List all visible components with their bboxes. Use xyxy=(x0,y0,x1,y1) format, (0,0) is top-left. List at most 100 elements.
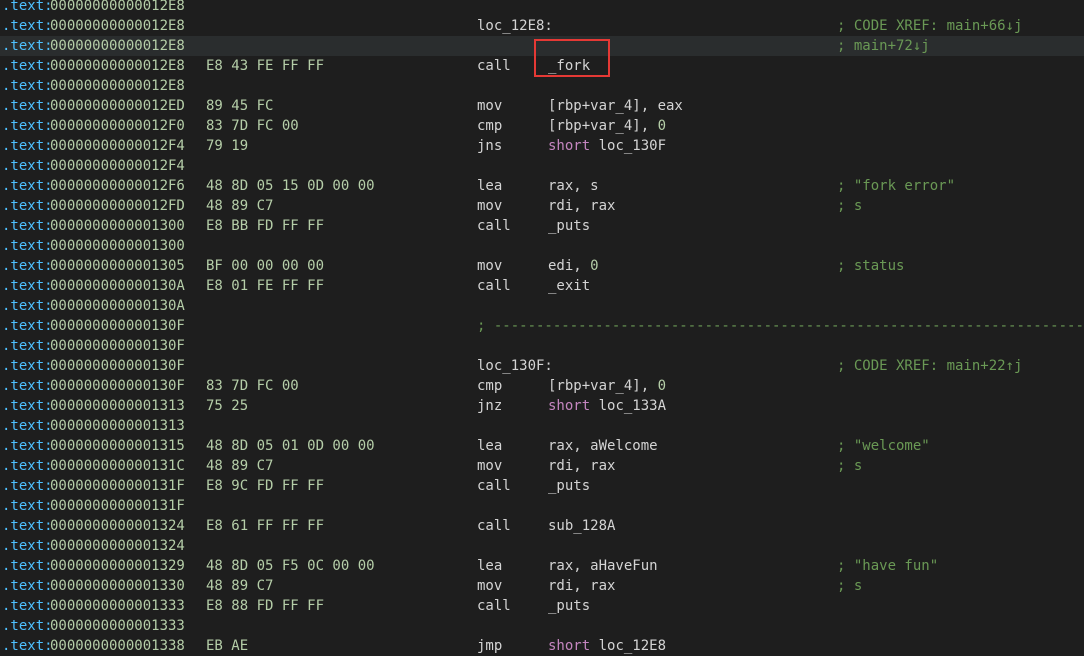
instruction-operands[interactable]: sub_128A xyxy=(548,516,615,536)
listing-row[interactable]: .text: 00000000000012F0 83 7D FC 00 cmp [rbp… xyxy=(0,116,1084,136)
disassembly-listing[interactable]: .text: 00000000000012E8 .text: 000000000000… xyxy=(0,0,1084,656)
listing-row[interactable]: .text: 00000000000012F4 xyxy=(0,156,1084,176)
address[interactable]: 000000000000130F xyxy=(50,356,185,376)
listing-row[interactable]: .text: 0000000000001333 xyxy=(0,616,1084,636)
operand-text[interactable]: rax, aWelcome xyxy=(548,438,658,454)
operand-text[interactable]: _puts xyxy=(548,598,590,614)
instruction-mnemonic[interactable]: mov xyxy=(477,96,502,116)
listing-row[interactable]: .text: 00000000000012E8 xyxy=(0,76,1084,96)
instruction-operands[interactable]: _puts xyxy=(548,596,590,616)
code-label[interactable]: loc_12E8: xyxy=(477,16,553,36)
instruction-operands[interactable]: rdi, rax xyxy=(548,576,615,596)
instruction-operands[interactable]: _exit xyxy=(548,276,590,296)
address[interactable]: 000000000000131F xyxy=(50,476,185,496)
instruction-operands[interactable]: rax, s xyxy=(548,176,599,196)
address[interactable]: 0000000000001324 xyxy=(50,516,185,536)
instruction-mnemonic[interactable]: lea xyxy=(477,176,502,196)
address[interactable]: 000000000000130A xyxy=(50,276,185,296)
address[interactable]: 000000000000130F xyxy=(50,376,185,396)
instruction-operands[interactable]: short loc_12E8 xyxy=(548,636,666,656)
operand-text[interactable]: loc_12E8 xyxy=(590,638,666,654)
operand-keyword[interactable]: short xyxy=(548,638,590,654)
operand-text[interactable]: [rbp+var_4], xyxy=(548,118,658,134)
address[interactable]: 0000000000001333 xyxy=(50,616,185,636)
listing-row[interactable]: .text: 0000000000001315 48 8D 05 01 0D 00 … xyxy=(0,436,1084,456)
instruction-operands[interactable]: _puts xyxy=(548,216,590,236)
address[interactable]: 0000000000001313 xyxy=(50,396,185,416)
listing-row[interactable]: .text: 000000000000131F xyxy=(0,496,1084,516)
address[interactable]: 00000000000012E8 xyxy=(50,76,185,96)
code-label[interactable]: loc_130F: xyxy=(477,356,553,376)
instruction-mnemonic[interactable]: call xyxy=(477,276,511,296)
listing-row[interactable]: .text: 00000000000012FD 48 89 C7 mov rdi, ra… xyxy=(0,196,1084,216)
listing-row[interactable]: .text: 000000000000130F 83 7D FC 00 cmp [rbp… xyxy=(0,376,1084,396)
instruction-mnemonic[interactable]: call xyxy=(477,476,511,496)
address[interactable]: 000000000000130A xyxy=(50,296,185,316)
instruction-mnemonic[interactable]: jmp xyxy=(477,636,502,656)
listing-row[interactable]: .text: 0000000000001313 75 25 jnz short loc_… xyxy=(0,396,1084,416)
address[interactable]: 00000000000012F4 xyxy=(50,156,185,176)
instruction-operands[interactable]: short loc_133A xyxy=(548,396,666,416)
instruction-operands[interactable]: rdi, rax xyxy=(548,456,615,476)
operand-text[interactable]: rax, s xyxy=(548,178,599,194)
listing-row[interactable]: .text: 00000000000012E8 xyxy=(0,0,1084,16)
listing-row[interactable]: .text: 0000000000001324 xyxy=(0,536,1084,556)
listing-row[interactable]: .text: 000000000000130F xyxy=(0,336,1084,356)
operand-number[interactable]: 0 xyxy=(658,118,666,134)
listing-row[interactable]: .text: 0000000000001338 EB AE jmp short loc_… xyxy=(0,636,1084,656)
instruction-operands[interactable]: rax, aWelcome xyxy=(548,436,658,456)
instruction-operands[interactable]: rdi, rax xyxy=(548,196,615,216)
instruction-mnemonic[interactable]: mov xyxy=(477,576,502,596)
address[interactable]: 0000000000001300 xyxy=(50,236,185,256)
operand-text[interactable]: loc_133A xyxy=(590,398,666,414)
instruction-mnemonic[interactable]: call xyxy=(477,596,511,616)
operand-text[interactable]: _puts xyxy=(548,218,590,234)
instruction-mnemonic[interactable]: jnz xyxy=(477,396,502,416)
operand-text[interactable]: rdi, rax xyxy=(548,578,615,594)
operand-keyword[interactable]: short xyxy=(548,398,590,414)
listing-row[interactable]: .text: 0000000000001330 48 89 C7 mov rdi, ra… xyxy=(0,576,1084,596)
listing-row[interactable]: .text: 000000000000131F E8 9C FD FF FF call… xyxy=(0,476,1084,496)
instruction-operands[interactable]: edi, 0 xyxy=(548,256,599,276)
address[interactable]: 00000000000012E8 xyxy=(50,56,185,76)
address[interactable]: 0000000000001338 xyxy=(50,636,185,656)
listing-row[interactable]: .text: 000000000000130A E8 01 FE FF FF call… xyxy=(0,276,1084,296)
listing-row[interactable]: .text: 0000000000001329 48 8D 05 F5 0C 00 … xyxy=(0,556,1084,576)
listing-row[interactable]: .text: 0000000000001305 BF 00 00 00 00 mov e… xyxy=(0,256,1084,276)
listing-row[interactable]: .text: 0000000000001300 xyxy=(0,236,1084,256)
operand-number[interactable]: 0 xyxy=(658,378,666,394)
address[interactable]: 00000000000012E8 xyxy=(50,16,185,36)
address[interactable]: 0000000000001315 xyxy=(50,436,185,456)
instruction-mnemonic[interactable]: mov xyxy=(477,196,502,216)
listing-row[interactable]: .text: 00000000000012E8 loc_12E8: ; CODE XR… xyxy=(0,16,1084,36)
operand-text[interactable]: [rbp+var_4], xyxy=(548,378,658,394)
listing-row[interactable]: .text: 000000000000130F loc_130F: ; CODE XR… xyxy=(0,356,1084,376)
listing-row[interactable]: .text: 000000000000131C 48 89 C7 mov rdi, ra… xyxy=(0,456,1084,476)
listing-row[interactable]: .text: 0000000000001324 E8 61 FF FF FF call… xyxy=(0,516,1084,536)
address[interactable]: 00000000000012ED xyxy=(50,96,185,116)
instruction-mnemonic[interactable]: call xyxy=(477,216,511,236)
operand-number[interactable]: 0 xyxy=(590,258,598,274)
instruction-mnemonic[interactable]: call xyxy=(477,56,511,76)
operand-text[interactable]: rdi, rax xyxy=(548,458,615,474)
address[interactable]: 00000000000012F4 xyxy=(50,136,185,156)
address[interactable]: 000000000000130F xyxy=(50,336,185,356)
instruction-operands[interactable]: short loc_130F xyxy=(548,136,666,156)
address[interactable]: 000000000000130F xyxy=(50,316,185,336)
operand-keyword[interactable]: short xyxy=(548,138,590,154)
listing-row[interactable]: .text: 0000000000001313 xyxy=(0,416,1084,436)
instruction-mnemonic[interactable]: mov xyxy=(477,456,502,476)
address[interactable]: 00000000000012E8 xyxy=(50,36,185,56)
address[interactable]: 0000000000001333 xyxy=(50,596,185,616)
instruction-mnemonic[interactable]: mov xyxy=(477,256,502,276)
address[interactable]: 000000000000131C xyxy=(50,456,185,476)
instruction-mnemonic[interactable]: lea xyxy=(477,436,502,456)
operand-text[interactable]: _exit xyxy=(548,278,590,294)
instruction-mnemonic[interactable]: cmp xyxy=(477,116,502,136)
address[interactable]: 00000000000012F6 xyxy=(50,176,185,196)
instruction-operands[interactable]: _puts xyxy=(548,476,590,496)
address[interactable]: 0000000000001300 xyxy=(50,216,185,236)
operand-text[interactable]: rdi, rax xyxy=(548,198,615,214)
operand-text[interactable]: sub_128A xyxy=(548,518,615,534)
listing-row[interactable]: .text: 00000000000012F4 79 19 jns short loc_… xyxy=(0,136,1084,156)
